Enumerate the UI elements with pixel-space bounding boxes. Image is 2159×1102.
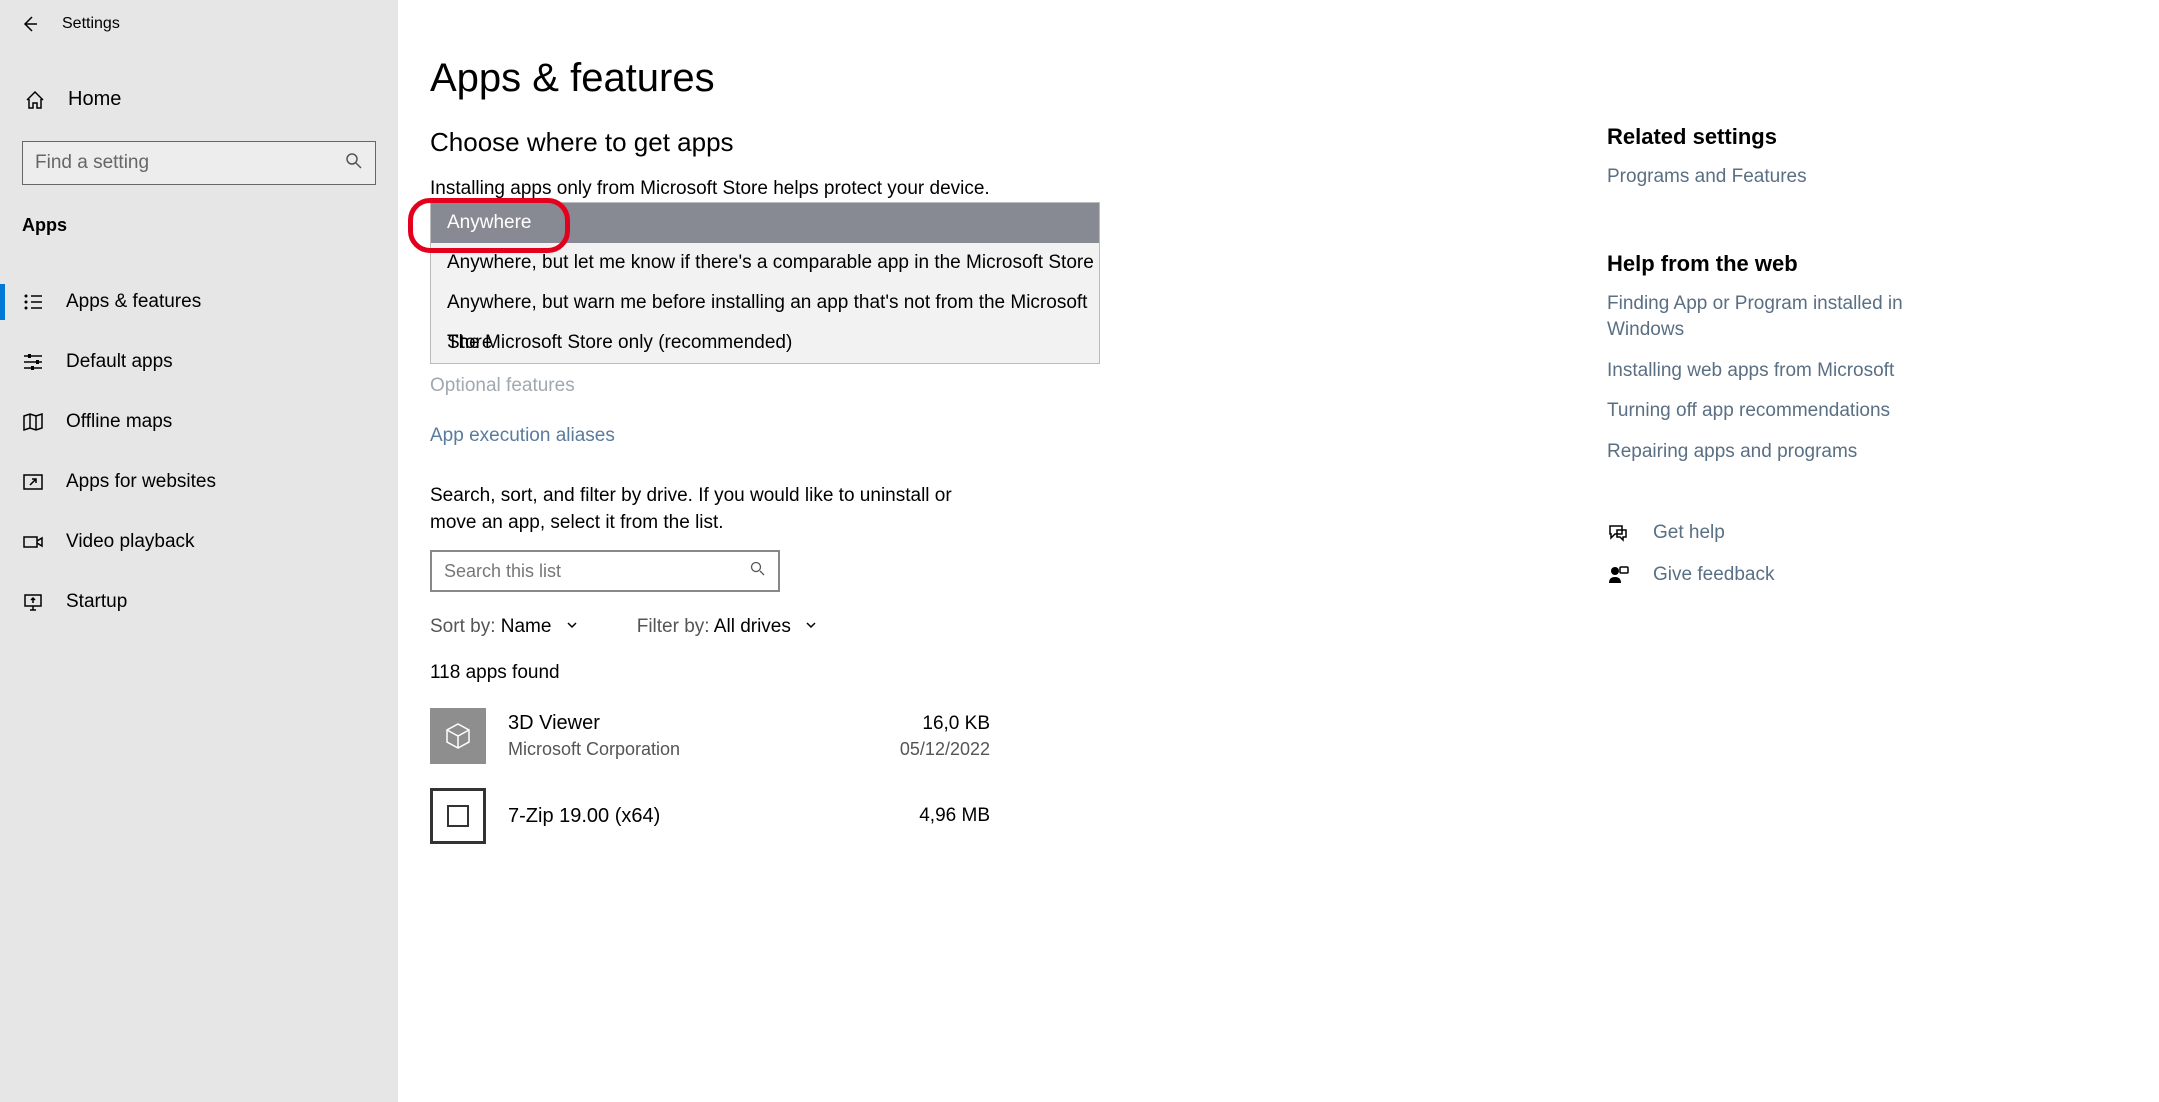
nav-apps-websites[interactable]: Apps for websites bbox=[0, 452, 398, 512]
app-publisher: Microsoft Corporation bbox=[508, 739, 680, 760]
app-row[interactable]: 7-Zip 19.00 (x64) 4,96 MB bbox=[430, 788, 990, 844]
app-info: 7-Zip 19.00 (x64) bbox=[508, 805, 660, 828]
nav-label: Apps & features bbox=[66, 291, 201, 313]
main-content: Apps & features Choose where to get apps… bbox=[398, 0, 2159, 1102]
map-icon bbox=[22, 411, 44, 433]
app-icon bbox=[430, 788, 486, 844]
help-link[interactable]: Finding App or Program installed in Wind… bbox=[1607, 291, 1927, 344]
dropdown-option-store-only[interactable]: The Microsoft Store only (recommended) bbox=[431, 323, 1099, 363]
filter-value: All drives bbox=[714, 616, 791, 637]
app-row[interactable]: 3D Viewer Microsoft Corporation 16,0 KB … bbox=[430, 708, 990, 764]
dropdown-option-anywhere[interactable]: Anywhere bbox=[431, 203, 1099, 243]
video-icon bbox=[22, 531, 44, 553]
nav-label: Startup bbox=[66, 591, 127, 613]
nav-label: Apps for websites bbox=[66, 471, 216, 493]
get-help-label: Get help bbox=[1653, 522, 1725, 544]
window-title: Settings bbox=[62, 15, 120, 33]
dropdown-list: Anywhere Anywhere, but let me know if th… bbox=[430, 202, 1100, 364]
help-link[interactable]: Repairing apps and programs bbox=[1607, 439, 1927, 466]
filter-by-control[interactable]: Filter by: All drives bbox=[637, 616, 818, 638]
nav-label: Offline maps bbox=[66, 411, 172, 433]
sidebar-section-label: Apps bbox=[22, 215, 398, 236]
related-settings-heading: Related settings bbox=[1607, 124, 1927, 150]
programs-features-link[interactable]: Programs and Features bbox=[1607, 164, 1927, 191]
app-name: 3D Viewer bbox=[508, 712, 680, 735]
app-count: 118 apps found bbox=[430, 662, 2159, 684]
app-meta: 4,96 MB bbox=[919, 805, 990, 827]
app-meta: 16,0 KB 05/12/2022 bbox=[900, 713, 990, 760]
sidebar-search-input[interactable] bbox=[35, 152, 345, 174]
home-label: Home bbox=[68, 88, 121, 111]
open-icon bbox=[22, 471, 44, 493]
chevron-down-icon bbox=[565, 616, 579, 637]
list-instruction: Search, sort, and filter by drive. If yo… bbox=[430, 483, 990, 536]
app-name: 7-Zip 19.00 (x64) bbox=[508, 805, 660, 828]
nav-apps-features[interactable]: Apps & features bbox=[0, 272, 398, 332]
app-list-search-input[interactable] bbox=[444, 561, 750, 582]
sidebar: Settings Home Apps Apps & features Defau… bbox=[0, 0, 398, 1102]
dropdown-option-anywhere-notify[interactable]: Anywhere, but let me know if there's a c… bbox=[431, 243, 1099, 283]
search-icon bbox=[750, 561, 766, 582]
nav-label: Default apps bbox=[66, 351, 173, 373]
give-feedback-link[interactable]: Give feedback bbox=[1607, 564, 1927, 586]
app-date: 05/12/2022 bbox=[900, 739, 990, 760]
dropdown-option-anywhere-warn[interactable]: Anywhere, but warn me before installing … bbox=[431, 283, 1099, 323]
nav-startup[interactable]: Startup bbox=[0, 572, 398, 632]
nav-video-playback[interactable]: Video playback bbox=[0, 512, 398, 572]
help-web-heading: Help from the web bbox=[1607, 251, 1927, 277]
nav-default-apps[interactable]: Default apps bbox=[0, 332, 398, 392]
home-icon bbox=[24, 89, 46, 111]
back-button[interactable] bbox=[20, 15, 38, 33]
startup-icon bbox=[22, 591, 44, 613]
sidebar-search[interactable] bbox=[22, 141, 376, 185]
give-feedback-label: Give feedback bbox=[1653, 564, 1774, 586]
get-help-link[interactable]: Get help bbox=[1607, 522, 1927, 544]
app-list-search[interactable] bbox=[430, 550, 780, 592]
app-size: 16,0 KB bbox=[900, 713, 990, 735]
search-icon bbox=[345, 152, 363, 175]
sort-filter-row: Sort by: Name Filter by: All drives bbox=[430, 616, 2159, 638]
app-info: 3D Viewer Microsoft Corporation bbox=[508, 712, 680, 760]
list-icon bbox=[22, 291, 44, 313]
sort-value: Name bbox=[501, 616, 552, 637]
nav-label: Video playback bbox=[66, 531, 195, 553]
filter-label: Filter by: bbox=[637, 616, 714, 637]
right-panel: Related settings Programs and Features H… bbox=[1607, 124, 1927, 586]
chat-icon bbox=[1607, 522, 1629, 544]
help-link[interactable]: Installing web apps from Microsoft bbox=[1607, 358, 1927, 385]
sort-label: Sort by: bbox=[430, 616, 501, 637]
nav-offline-maps[interactable]: Offline maps bbox=[0, 392, 398, 452]
feedback-icon bbox=[1607, 564, 1629, 586]
defaults-icon bbox=[22, 351, 44, 373]
home-nav[interactable]: Home bbox=[0, 72, 398, 127]
chevron-down-icon bbox=[804, 616, 818, 637]
app-icon bbox=[430, 708, 486, 764]
page-title: Apps & features bbox=[430, 56, 2159, 101]
nav-list: Apps & features Default apps Offline map… bbox=[0, 272, 398, 632]
titlebar: Settings bbox=[0, 0, 398, 48]
sort-by-control[interactable]: Sort by: Name bbox=[430, 616, 579, 638]
app-size: 4,96 MB bbox=[919, 805, 990, 827]
help-link[interactable]: Turning off app recommendations bbox=[1607, 398, 1927, 425]
